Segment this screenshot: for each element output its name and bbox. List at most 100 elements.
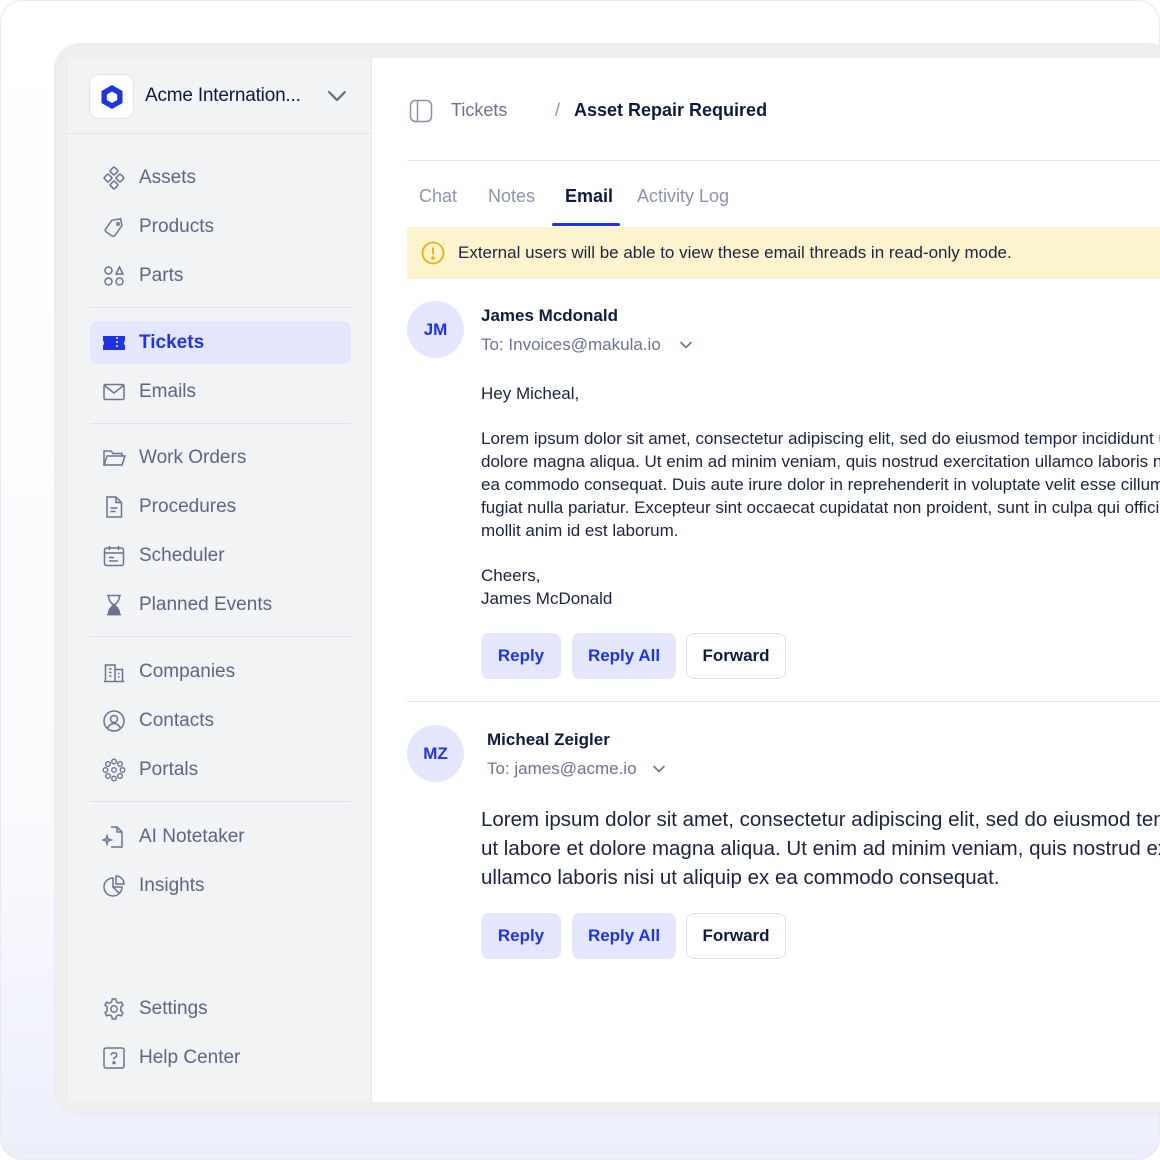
email-sender: James Mcdonald xyxy=(481,306,618,325)
document-icon xyxy=(106,496,123,518)
email-greeting: Hey Micheal, xyxy=(481,384,580,403)
sidebar-item-label: Assets xyxy=(139,167,197,188)
sidebar-item-label: Insights xyxy=(139,875,205,896)
gear-icon xyxy=(104,998,124,1020)
tab-email[interactable]: Email xyxy=(565,186,613,207)
sidebar-item-work-orders[interactable]: Work Orders xyxy=(90,436,351,479)
warning-icon xyxy=(421,241,445,265)
sidebar-item-label: Settings xyxy=(139,998,208,1019)
divider xyxy=(90,423,351,424)
building-icon xyxy=(104,664,124,683)
portal-icon xyxy=(102,758,126,782)
sidebar-item-planned-events[interactable]: Planned Events xyxy=(90,583,351,626)
email-recipient: To: james@acme.io xyxy=(487,759,637,778)
sidebar-item-ai-notetaker[interactable]: AI Notetaker xyxy=(90,815,351,858)
email-body-line: dolore magna aliqua. Ut enim ad minim ve… xyxy=(481,452,1160,471)
breadcrumb-link[interactable]: Tickets xyxy=(451,100,507,121)
tab-notes[interactable]: Notes xyxy=(488,186,535,207)
breadcrumb-separator: / xyxy=(555,100,561,120)
email-body-line: ullamco laboris nisi ut aliquip ex ea co… xyxy=(481,866,1000,889)
email-body-line: Lorem ipsum dolor sit amet, consectetur … xyxy=(481,808,1160,831)
tab-activity-log[interactable]: Activity Log xyxy=(637,186,729,207)
sidebar-item-parts[interactable]: Parts xyxy=(90,254,351,297)
email-divider xyxy=(407,701,1160,702)
sidebar-item-assets[interactable]: Assets xyxy=(90,156,351,199)
assets-icon xyxy=(103,166,125,190)
tag-icon xyxy=(104,217,123,237)
email-body-line: Lorem ipsum dolor sit amet, consectetur … xyxy=(481,429,1160,448)
email-body-line: fugiat nulla pariatur. Excepteur sint oc… xyxy=(481,498,1160,517)
sidebar-item-label: Companies xyxy=(139,661,236,682)
breadcrumb-current: Asset Repair Required xyxy=(574,100,768,120)
sidebar-item-label: Portals xyxy=(139,759,199,780)
calendar-icon xyxy=(103,546,125,567)
sidebar-item-label: Help Center xyxy=(139,1047,241,1068)
sidebar-item-label: AI Notetaker xyxy=(139,826,245,847)
help-icon xyxy=(103,1047,125,1069)
banner-text: External users will be able to view thes… xyxy=(458,243,1012,262)
org-name: Acme Internation... xyxy=(145,85,301,106)
mail-icon xyxy=(103,383,125,401)
sidebar-item-help-center[interactable]: Help Center xyxy=(90,1036,351,1079)
header-divider xyxy=(407,160,1160,161)
main-panel: Tickets / Asset Repair Required Chat Not… xyxy=(373,58,1160,1102)
pie-chart-icon xyxy=(103,875,125,897)
sidebar-item-procedures[interactable]: Procedures xyxy=(90,485,351,528)
sidebar-item-label: Parts xyxy=(139,265,184,286)
tab-chat[interactable]: Chat xyxy=(419,186,457,207)
divider xyxy=(90,636,351,637)
ai-notetaker-icon xyxy=(102,826,123,848)
sidebar-toggle-icon[interactable] xyxy=(409,99,433,123)
sidebar-item-settings[interactable]: Settings xyxy=(90,987,351,1030)
sidebar-item-tickets[interactable]: Tickets xyxy=(90,321,351,364)
forward-button[interactable]: Forward xyxy=(686,633,786,679)
sidebar-item-label: Work Orders xyxy=(139,447,247,468)
sidebar-item-companies[interactable]: Companies xyxy=(90,650,351,693)
sidebar-item-emails[interactable]: Emails xyxy=(90,370,351,413)
org-logo xyxy=(89,74,134,119)
ticket-icon xyxy=(103,336,125,350)
reply-all-button[interactable]: Reply All xyxy=(572,913,676,959)
app-window: Acme Internation... Assets Products Part… xyxy=(68,58,1160,1102)
reply-button[interactable]: Reply xyxy=(481,913,561,959)
hourglass-icon xyxy=(107,594,121,616)
chevron-down-icon[interactable] xyxy=(679,338,693,352)
email-body-line: mollit anim id est laborum. xyxy=(481,521,679,540)
avatar: MZ xyxy=(407,725,464,782)
email-recipient: To: Invoices@makula.io xyxy=(481,335,661,354)
info-banner: External users will be able to view thes… xyxy=(407,227,1160,279)
sidebar-item-label: Scheduler xyxy=(139,545,225,566)
active-tab-indicator xyxy=(552,223,620,226)
sidebar: Acme Internation... Assets Products Part… xyxy=(68,58,372,1102)
parts-icon xyxy=(104,265,125,286)
reply-all-button[interactable]: Reply All xyxy=(572,633,676,679)
email-sender: Micheal Zeigler xyxy=(487,730,610,749)
divider xyxy=(90,307,351,308)
chevron-down-icon[interactable] xyxy=(652,762,666,776)
sidebar-item-label: Emails xyxy=(139,381,197,402)
org-switcher[interactable]: Acme Internation... xyxy=(68,58,372,134)
sidebar-item-contacts[interactable]: Contacts xyxy=(90,699,351,742)
hexagon-logo-icon xyxy=(101,84,122,109)
email-signature: James McDonald xyxy=(481,589,613,608)
sidebar-item-insights[interactable]: Insights xyxy=(90,864,351,907)
sidebar-item-label: Contacts xyxy=(139,710,214,731)
reply-button[interactable]: Reply xyxy=(481,633,561,679)
sidebar-item-label: Products xyxy=(139,216,214,237)
user-circle-icon xyxy=(103,710,125,732)
forward-button[interactable]: Forward xyxy=(686,913,786,959)
divider xyxy=(90,801,351,802)
sidebar-item-portals[interactable]: Portals xyxy=(90,748,351,791)
sidebar-item-products[interactable]: Products xyxy=(90,205,351,248)
avatar: JM xyxy=(407,301,464,358)
sidebar-item-label: Planned Events xyxy=(139,594,273,615)
email-body-line: ea commodo consequat. Duis aute irure do… xyxy=(481,475,1160,494)
sidebar-item-scheduler[interactable]: Scheduler xyxy=(90,534,351,577)
chevron-down-icon[interactable] xyxy=(326,86,348,106)
tab-bar: Chat Notes Email Activity Log xyxy=(407,183,1160,228)
email-body-line: ut labore et dolore magna aliqua. Ut eni… xyxy=(481,837,1160,860)
folder-icon xyxy=(102,450,126,466)
email-signoff: Cheers, xyxy=(481,566,541,585)
sidebar-item-label: Procedures xyxy=(139,496,237,517)
sidebar-item-label: Tickets xyxy=(139,332,205,353)
